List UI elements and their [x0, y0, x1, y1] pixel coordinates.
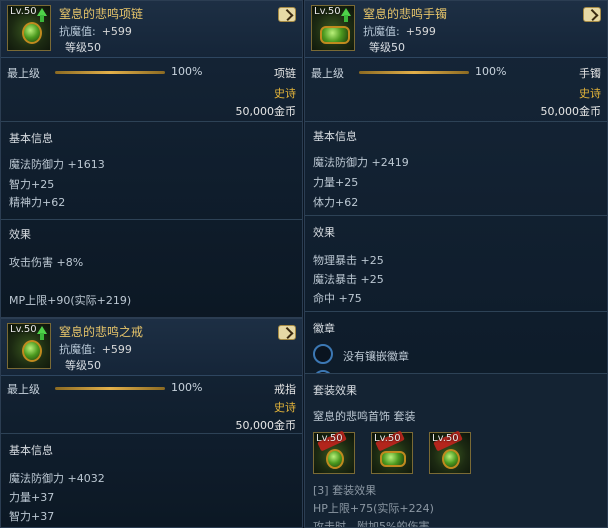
- set-item-necklace-icon[interactable]: Lv.50: [313, 430, 355, 474]
- effect-title: 效果: [313, 226, 335, 239]
- set-name: 窒息的悲鸣首饰 套装: [313, 410, 416, 423]
- emblem-title: 徽章: [313, 322, 335, 335]
- basic-info-title: 基本信息: [9, 444, 53, 457]
- basic-stat: 精神力+62: [9, 196, 66, 209]
- resist-line: 抗魔值: +599: [59, 23, 132, 39]
- basic-stat: 魔法防御力 +4032: [9, 472, 105, 485]
- item-price: 50,000金币: [235, 105, 297, 118]
- grade-percent: 100%: [171, 65, 203, 78]
- grade-bar: [359, 71, 469, 74]
- effect-line: 魔法暴击 +25: [313, 273, 384, 286]
- grade-label: 最上级: [7, 383, 40, 396]
- tooltip-header: Lv.50 窒息的悲鸣手镯 抗魔值: +599 等级50: [305, 1, 607, 58]
- resist-label: 抗魔值:: [59, 343, 96, 356]
- grade-bar: [55, 387, 165, 390]
- set-item-bracelet-icon[interactable]: Lv.50: [371, 430, 413, 474]
- set-item-level: Lv.50: [374, 433, 401, 444]
- grade-label: 最上级: [311, 67, 344, 80]
- edit-icon[interactable]: [278, 7, 296, 22]
- effect-line: 物理暴击 +25: [313, 254, 384, 267]
- item-rarity: 史诗: [579, 87, 601, 100]
- resist-label: 抗魔值:: [59, 25, 96, 38]
- resist-line: 抗魔值: +599: [59, 341, 132, 357]
- necklace-icon: Lv.50: [7, 5, 51, 51]
- resist-label: 抗魔值:: [363, 25, 400, 38]
- ring-icon: Lv.50: [7, 323, 51, 369]
- emblem-empty-text: 没有镶嵌徽章: [343, 350, 409, 363]
- set-item-level: Lv.50: [316, 433, 343, 444]
- basic-info-title: 基本信息: [9, 132, 53, 145]
- item-level: Lv.50: [314, 6, 341, 17]
- item-type: 手镯: [579, 67, 601, 80]
- resist-line: 抗魔值: +599: [363, 23, 436, 39]
- item-type: 项链: [274, 67, 296, 80]
- effect-line: MP上限+90(实际+219): [9, 294, 132, 307]
- item-name: 窒息的悲鸣项链: [59, 7, 144, 21]
- level-requirement: 等级50: [65, 359, 101, 372]
- item-name: 窒息的悲鸣之戒: [59, 325, 144, 339]
- effect-line: 命中 +75: [313, 292, 362, 305]
- item-type: 戒指: [274, 383, 296, 396]
- set-effect-title: 套装效果: [313, 384, 357, 397]
- tooltip-bracelet: Lv.50 窒息的悲鸣手镯 抗魔值: +599 等级50 最上级 100% 手镯 …: [304, 0, 608, 528]
- emblem-slot[interactable]: [313, 344, 333, 364]
- set-bonus-line: 攻击时，附加5%的伤害。: [313, 520, 441, 528]
- item-level: Lv.50: [10, 6, 37, 17]
- basic-stat: 智力+37: [9, 510, 55, 523]
- basic-stat: 力量+25: [313, 176, 359, 189]
- basic-stat: 智力+25: [9, 178, 55, 191]
- basic-stat: 力量+37: [9, 491, 55, 504]
- grade-bar: [55, 71, 165, 74]
- basic-stat: 魔法防御力 +1613: [9, 158, 105, 171]
- item-rarity: 史诗: [274, 401, 296, 414]
- grade-percent: 100%: [475, 65, 507, 78]
- edit-icon[interactable]: [583, 7, 601, 22]
- level-requirement: 等级50: [369, 41, 405, 54]
- level-requirement: 等级50: [65, 41, 101, 54]
- grade-percent: 100%: [171, 381, 203, 394]
- basic-stat: 魔法防御力 +2419: [313, 156, 409, 169]
- resist-value: +599: [101, 25, 132, 38]
- item-level: Lv.50: [10, 324, 37, 335]
- tooltip-header: Lv.50 窒息的悲鸣项链 抗魔值: +599 等级50: [1, 1, 302, 58]
- basic-info-title: 基本信息: [313, 130, 357, 143]
- edit-icon[interactable]: [278, 325, 296, 340]
- bracelet-icon: Lv.50: [311, 5, 355, 51]
- set-item-ring-icon[interactable]: Lv.50: [429, 430, 471, 474]
- tooltip-necklace: Lv.50 窒息的悲鸣项链 抗魔值: +599 等级50 最上级 100% 项链 …: [0, 0, 303, 318]
- item-price: 50,000金币: [235, 419, 297, 432]
- set-item-level: Lv.50: [432, 433, 459, 444]
- item-rarity: 史诗: [274, 87, 296, 100]
- effect-title: 效果: [9, 228, 31, 241]
- effect-line: 攻击伤害 +8%: [9, 256, 84, 269]
- tooltip-header: Lv.50 窒息的悲鸣之戒 抗魔值: +599 等级50: [1, 319, 302, 376]
- set-bonus-line: HP上限+75(实际+224): [313, 502, 434, 515]
- item-price: 50,000金币: [540, 105, 602, 118]
- item-name: 窒息的悲鸣手镯: [363, 7, 448, 21]
- resist-value: +599: [405, 25, 436, 38]
- basic-stat: 体力+62: [313, 196, 359, 209]
- grade-label: 最上级: [7, 67, 40, 80]
- set-bonus-title: [3] 套装效果: [313, 484, 377, 497]
- resist-value: +599: [101, 343, 132, 356]
- tooltip-ring: Lv.50 窒息的悲鸣之戒 抗魔值: +599 等级50 最上级 100% 戒指 …: [0, 318, 303, 528]
